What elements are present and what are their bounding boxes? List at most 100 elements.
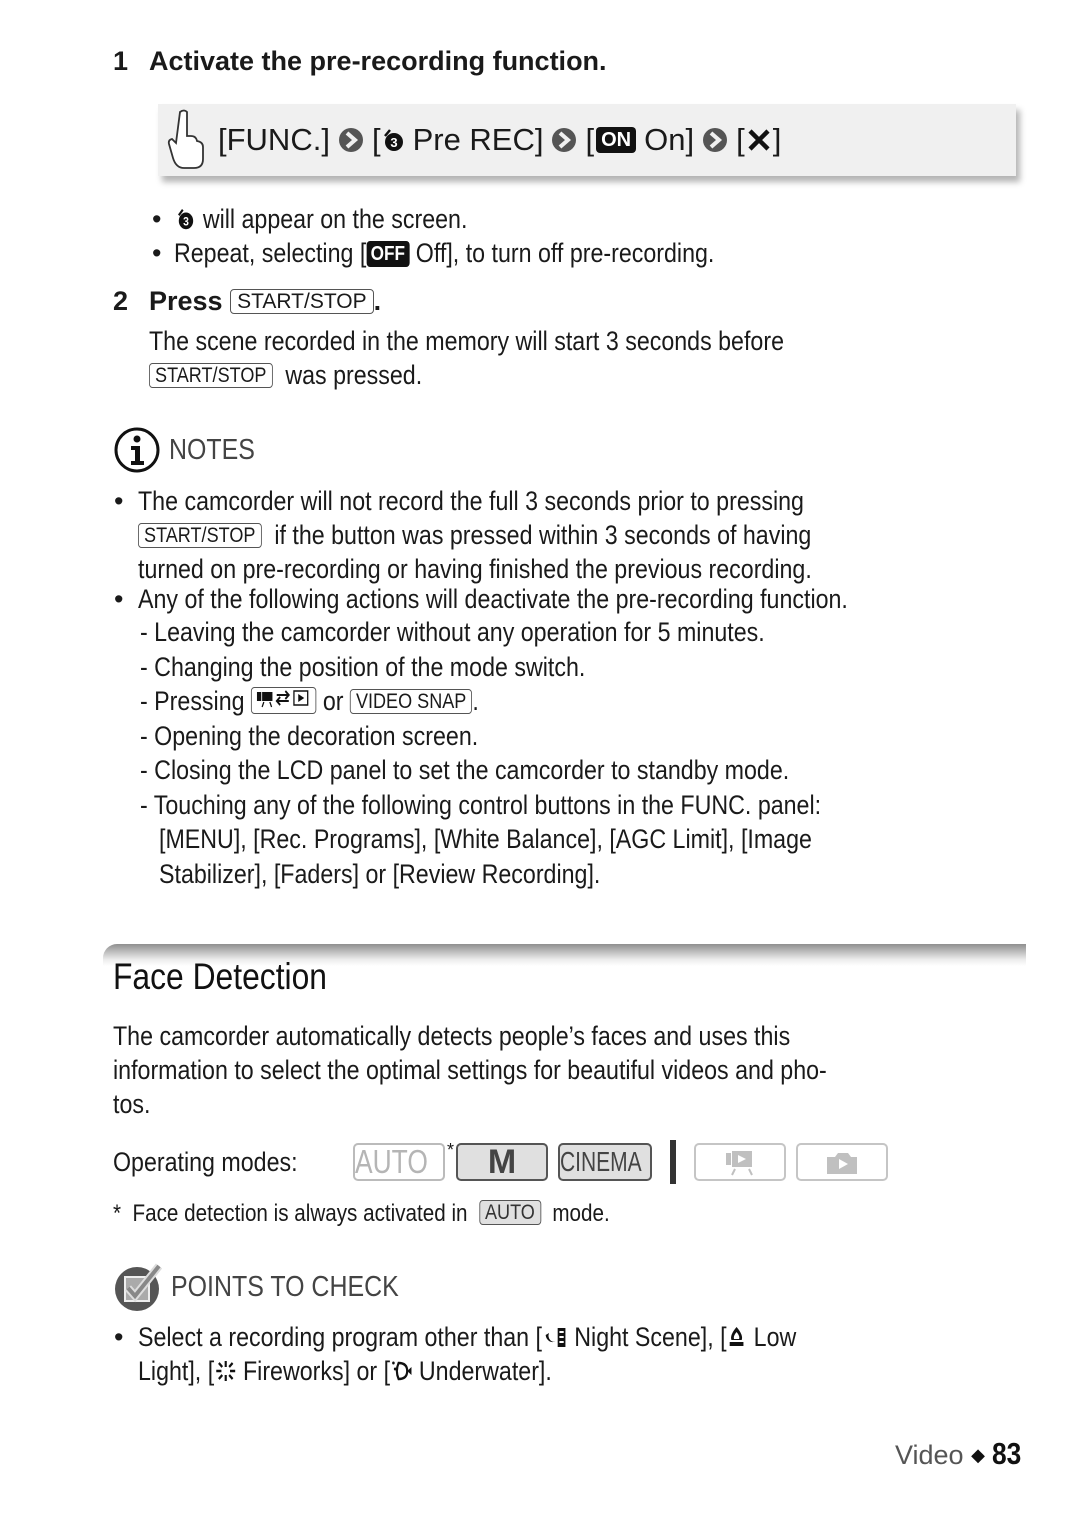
points-text: Night Scene], [ [574,1322,727,1352]
photo-playback-icon [827,1153,858,1174]
chevron-arrow-icon [552,128,577,152]
start-stop-key: START/STOP [138,523,262,548]
period: . [472,686,479,716]
pre-rec-3-icon: 3 [178,208,194,230]
notes-label: NOTES [169,433,255,466]
bullet-text-suffix: Off], to turn off pre-recording. [415,238,715,268]
subitem-cont: [MENU], [Rec. Programs], [White Balance]… [159,824,812,854]
on-label: On] [644,122,695,157]
asterisk: * [447,1140,455,1160]
subitem: - Opening the decoration screen. [140,720,479,751]
open-bracket: [ [585,122,595,157]
subitem: - Changing the position of the mode swit… [140,651,586,682]
svg-text:3: 3 [183,216,189,229]
subitem-text: - Pressing [140,686,245,716]
desc-line-1: The scene recorded in the memory will st… [149,326,784,356]
step-number: 1 [113,46,129,76]
note-text: turned on pre-recording or having finish… [138,554,812,584]
step1-bullet-1: • 3 will appear on the screen. [152,204,515,235]
pre-rec-label: Pre REC] [412,122,544,157]
operating-modes-label: Operating modes: [113,1147,298,1177]
notes-subitems: - Leaving the camcorder without any oper… [140,615,932,891]
low-light-icon [730,1327,744,1346]
func-path-bar: [FUNC.] [ 3 Pre REC] [ ON On] [ ] [158,104,1016,176]
start-stop-key: START/STOP [149,363,273,388]
note-text: The camcorder will not record the full 3… [138,486,804,516]
points-text: Light], [ [138,1356,215,1386]
points-to-check-header: POINTS TO CHECK [113,1262,436,1312]
svg-text:3: 3 [390,135,397,150]
footnote-end: mode. [552,1200,610,1227]
footer-section: Video [895,1440,964,1470]
night-scene-icon [545,1328,566,1347]
auto-key: AUTO [478,1200,541,1225]
intro-line: tos. [113,1089,151,1119]
on-badge: ON [596,127,637,153]
note-text: Any of the following actions will deacti… [138,584,848,614]
note-text: if the button was pressed within 3 secon… [274,520,812,550]
footer-separator: ◆ [971,1445,985,1465]
camera-play-mode-key [250,687,317,714]
close-x-icon [748,129,770,151]
video-snap-key: VIDEO SNAP [349,689,473,714]
section-title: Face Detection [113,956,362,998]
underwater-icon [392,1361,412,1381]
mode-photo-playback [796,1143,889,1181]
section-intro: The camcorder automatically detects peop… [113,1019,943,1121]
page-number: 83 [992,1436,1022,1471]
mode-video-playback [694,1143,787,1181]
close-bracket: ] [772,122,782,157]
points-text: Fireworks] or [ [242,1356,391,1386]
points-label: POINTS TO CHECK [171,1270,399,1303]
footnote-star: * [113,1200,122,1227]
notes-header: NOTES [113,426,269,474]
footnote: * Face detection is always activated in … [113,1200,691,1228]
step-number: 2 [113,286,129,316]
step2-description: The scene recorded in the memory will st… [149,324,887,392]
step-title: Press [149,286,223,316]
pre-rec-3-icon: 3 [383,129,403,151]
points-text: Select a recording program other than [ [138,1322,542,1352]
checkbox-check-icon [115,1263,163,1311]
or-text: or [322,686,344,716]
finger-touch-icon [167,109,204,169]
bullet-text-prefix: Repeat, selecting [ [174,238,367,268]
desc-line-2: was pressed. [285,360,423,390]
intro-line: The camcorder automatically detects peop… [113,1021,791,1051]
camera-play-switch-icon [257,690,309,708]
info-icon [114,427,160,473]
bullet-dot: • [114,584,124,614]
points-item: • Select a recording program other than … [114,1320,903,1388]
mode-label: AUTO [355,1143,428,1180]
subitem-cont: Stabilizer], [Faders] or [Review Recordi… [159,858,601,889]
bullet-dot: • [114,486,124,516]
chevron-arrow-icon [703,128,728,152]
chevron-arrow-icon [338,128,363,152]
video-playback-icon [726,1151,753,1176]
intro-line: information to select the optimal settin… [113,1055,827,1085]
fireworks-icon [215,1361,235,1381]
notes-item-1: • The camcorder will not record the full… [114,484,921,586]
off-badge: OFF [366,241,410,267]
subitem: - Touching any of the following control … [140,789,822,820]
bullet-dot: • [152,238,162,268]
step-title-wrap: Press START/STOP. [149,286,381,317]
open-bracket: [ [371,122,381,157]
operating-modes: Operating modes: AUTO * M CINEMA [113,1140,889,1184]
subitem-pressing: - Pressing or VIDEO SNAP. [140,684,479,718]
notes-item-2: • Any of the following actions will deac… [114,582,963,616]
step-title: Activate the pre-recording function. [149,46,607,76]
section-title-text: Face Detection [113,956,328,997]
mode-label: CINEMA [560,1146,642,1177]
bullet-dot: • [152,204,162,234]
bullet-text: will appear on the screen. [202,204,468,234]
start-stop-key: START/STOP [230,289,374,314]
step-period: . [373,286,382,316]
step1-bullet-2: • Repeat, selecting [OFF Off], to turn o… [152,238,802,269]
points-text: Underwater]. [418,1356,552,1386]
mode-m: M [456,1143,549,1181]
mode-auto: AUTO [353,1143,445,1181]
subitem: - Closing the LCD panel to set the camco… [140,755,790,785]
mode-cinema: CINEMA [558,1143,653,1181]
footnote-text: Face detection is always activated in [132,1200,468,1227]
